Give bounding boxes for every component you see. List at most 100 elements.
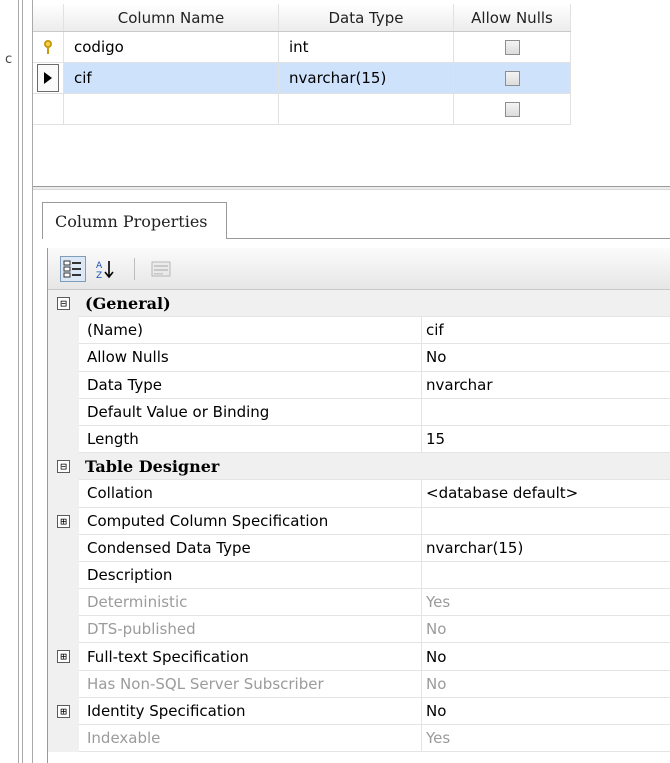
property-pages-icon [151, 261, 171, 277]
property-value[interactable]: No [422, 671, 670, 698]
header-data-type[interactable]: Data Type [279, 4, 454, 31]
properties-toolbar: A Z [48, 248, 670, 290]
property-row[interactable]: ⊞ Full-text Specification No [48, 643, 670, 671]
property-row[interactable]: ⊞ Identity Specification No [48, 697, 670, 725]
column-properties-panel: A Z ⊟ (General) (Name) cif Allow Nulls No Data… [47, 248, 670, 763]
property-value[interactable] [422, 562, 670, 590]
allow-nulls-cell[interactable] [454, 94, 571, 124]
property-value[interactable]: No [422, 643, 670, 671]
property-gutter [48, 398, 79, 426]
property-name: Collation [79, 480, 422, 508]
property-name: Has Non-SQL Server Subscriber [79, 670, 422, 698]
row-selector[interactable] [33, 32, 64, 62]
column-name-cell[interactable]: codigo [64, 32, 279, 62]
expand-icon[interactable]: ⊞ [57, 704, 70, 718]
allow-nulls-cell[interactable] [454, 63, 571, 93]
property-gutter [48, 317, 79, 345]
category-label: Table Designer [79, 453, 670, 481]
property-row[interactable]: Allow Nulls No [48, 344, 670, 372]
table-row[interactable] [33, 94, 571, 125]
property-value[interactable]: cif [422, 317, 670, 345]
property-value[interactable]: Yes [422, 725, 670, 753]
allow-nulls-checkbox[interactable] [504, 101, 520, 117]
current-row-indicator [37, 64, 59, 92]
categorized-icon [63, 260, 81, 278]
column-name-cell[interactable] [64, 94, 279, 124]
property-row[interactable]: Indexable Yes [48, 725, 670, 753]
property-gutter [48, 561, 79, 590]
property-gutter: ⊟ [48, 290, 79, 318]
data-type-cell[interactable]: nvarchar(15) [279, 63, 454, 93]
categorized-button[interactable] [60, 256, 86, 282]
property-value[interactable] [422, 508, 670, 535]
property-name: Identity Specification [79, 697, 422, 725]
grid-body: codigo int cif nvarchar(15) [33, 32, 571, 125]
property-row[interactable]: (Name) cif [48, 317, 670, 345]
svg-text:Z: Z [96, 271, 102, 280]
property-gutter [48, 589, 79, 617]
property-name: (Name) [79, 317, 422, 345]
property-gutter: ⊟ [48, 453, 79, 481]
property-row[interactable]: Has Non-SQL Server Subscriber No [48, 670, 670, 698]
table-row[interactable]: cif nvarchar(15) [33, 63, 571, 94]
collapse-icon[interactable]: ⊟ [57, 297, 70, 310]
property-name: Computed Column Specification [79, 507, 422, 535]
row-selector[interactable] [33, 63, 64, 93]
table-row[interactable]: codigo int [33, 32, 571, 63]
property-name: Indexable [79, 725, 422, 753]
property-row[interactable]: Collation <database default> [48, 480, 670, 508]
property-row[interactable]: Length 15 [48, 425, 670, 454]
property-value[interactable]: nvarchar [422, 372, 670, 399]
pane-splitter[interactable] [33, 186, 670, 190]
property-value[interactable]: No [422, 344, 670, 372]
property-category[interactable]: ⊟ (General) [48, 290, 670, 318]
property-name: Full-text Specification [79, 643, 422, 671]
property-name: Deterministic [79, 589, 422, 617]
expand-icon[interactable]: ⊞ [57, 514, 70, 528]
header-allow-nulls[interactable]: Allow Nulls [454, 4, 571, 31]
data-type-cell[interactable] [279, 94, 454, 124]
property-value[interactable]: No [422, 698, 670, 725]
property-row[interactable]: ⊞ Computed Column Specification [48, 507, 670, 535]
row-selector[interactable] [33, 94, 64, 124]
property-value[interactable]: 15 [422, 426, 670, 454]
frame-line [22, 0, 23, 763]
property-name: Condensed Data Type [79, 534, 422, 562]
allow-nulls-cell[interactable] [454, 32, 571, 62]
property-row[interactable]: Data Type nvarchar [48, 371, 670, 399]
header-row-selector [33, 4, 64, 31]
data-type-cell[interactable]: int [279, 32, 454, 62]
property-gutter: ⊞ [48, 643, 79, 671]
header-column-name[interactable]: Column Name [64, 4, 279, 31]
property-gutter [48, 725, 79, 753]
sort-az-icon: A Z [96, 261, 114, 280]
property-gutter [48, 480, 79, 508]
property-row[interactable]: Condensed Data Type nvarchar(15) [48, 534, 670, 562]
property-category[interactable]: ⊟ Table Designer [48, 453, 670, 481]
property-name: Default Value or Binding [79, 398, 422, 426]
alphabetical-button[interactable]: A Z [92, 256, 118, 282]
expand-icon[interactable]: ⊞ [57, 650, 70, 664]
property-value[interactable] [422, 399, 670, 426]
property-row[interactable]: Default Value or Binding [48, 398, 670, 426]
property-row[interactable]: Description [48, 561, 670, 590]
tab-column-properties[interactable]: Column Properties [42, 202, 227, 239]
property-value[interactable]: No [422, 616, 670, 644]
property-name: DTS-published [79, 616, 422, 644]
property-gutter: ⊞ [48, 507, 79, 535]
property-gutter [48, 534, 79, 562]
property-gutter [48, 344, 79, 372]
allow-nulls-checkbox[interactable] [504, 39, 520, 55]
left-strip-glyph: c [5, 52, 13, 67]
property-row[interactable]: DTS-published No [48, 616, 670, 644]
collapse-icon[interactable]: ⊟ [57, 460, 70, 474]
allow-nulls-checkbox[interactable] [504, 70, 520, 86]
property-value[interactable]: Yes [422, 589, 670, 617]
column-name-cell[interactable]: cif [64, 63, 279, 93]
property-value[interactable]: nvarchar(15) [422, 535, 670, 562]
toolbar-separator [134, 258, 135, 280]
property-row[interactable]: Deterministic Yes [48, 589, 670, 617]
property-value[interactable]: <database default> [422, 480, 670, 508]
row-arrow-icon [44, 72, 52, 84]
property-pages-button[interactable] [148, 256, 174, 282]
